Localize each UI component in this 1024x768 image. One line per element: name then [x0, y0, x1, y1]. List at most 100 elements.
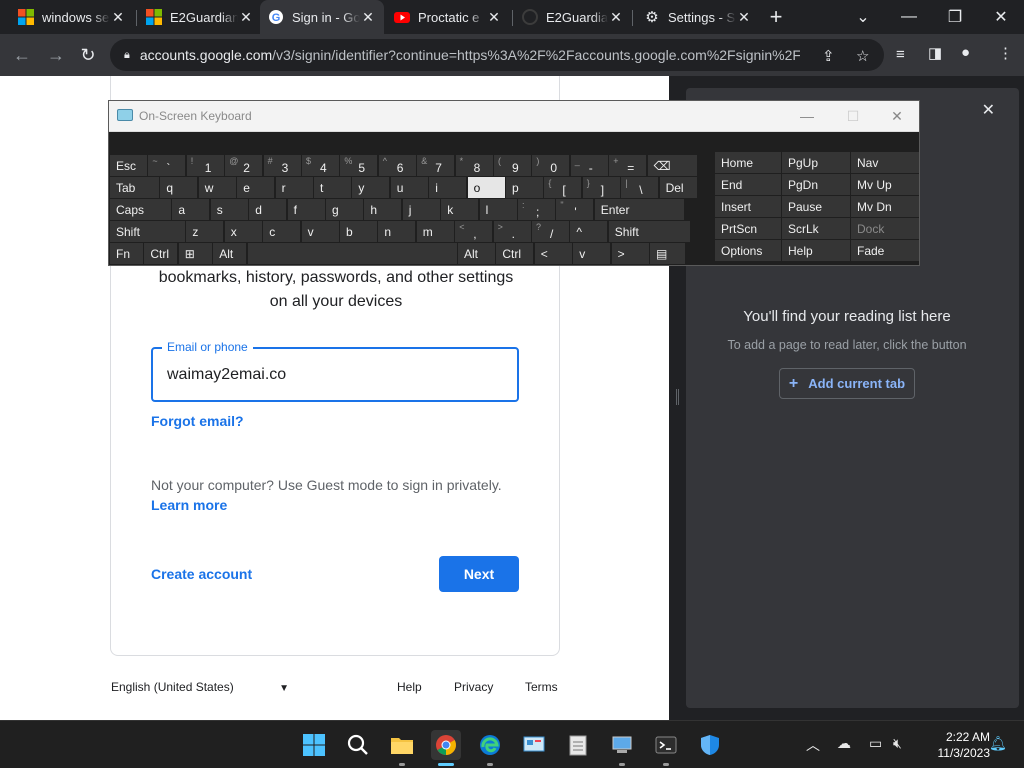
next-button[interactable]: Next — [439, 556, 519, 592]
address-bar[interactable]: 🔒︎ accounts.google.com/v3/signin/identif… — [110, 39, 884, 71]
osk-nav-key[interactable]: PgDn — [782, 174, 850, 195]
osk-key[interactable]: d — [249, 199, 287, 220]
osk-key[interactable]: <, — [455, 221, 493, 242]
osk-key[interactable]: % 5 — [340, 155, 378, 176]
osk-key[interactable]: Alt — [213, 243, 247, 264]
tab-settings[interactable]: ⚙ Settings - S ✕ — [636, 0, 760, 34]
osk-key[interactable]: l — [479, 199, 517, 220]
osk-nav-key[interactable]: PrtScn — [715, 218, 781, 239]
osk-key[interactable]: Enter — [594, 199, 684, 220]
osk-key[interactable]: ~ ` — [148, 155, 186, 176]
osk-maximize-button[interactable]: ☐ — [837, 105, 869, 127]
osk-key[interactable]: $4 — [302, 155, 339, 176]
menu-kebab-icon[interactable]: ⋮ — [998, 44, 1013, 62]
restore-button[interactable]: ❐ — [932, 0, 978, 34]
osk-key[interactable]: k — [441, 199, 479, 220]
osk-nav-key[interactable]: Home — [715, 152, 781, 173]
osk-key[interactable]: }] — [582, 177, 620, 198]
osk-nav-key[interactable]: ScrLk — [782, 218, 850, 239]
osk-key[interactable]: Del — [659, 177, 697, 198]
osk-key[interactable]: " ' — [556, 199, 594, 220]
osk-nav-key[interactable]: Mv Up — [851, 174, 919, 195]
forgot-email-link[interactable]: Forgot email? — [151, 413, 244, 429]
osk-key[interactable]: z — [186, 221, 224, 242]
tab-youtube[interactable]: Proctatic e ✕ — [386, 0, 510, 34]
osk-key[interactable]: @2 — [225, 155, 263, 176]
learn-more-link[interactable]: Learn more — [151, 497, 227, 513]
osk-key[interactable]: & 7 — [417, 155, 455, 176]
osk-key[interactable]: b — [340, 221, 377, 242]
star-icon[interactable]: ☆ — [856, 47, 869, 65]
osk-key[interactable]: + = — [609, 155, 647, 176]
privacy-link[interactable]: Privacy — [454, 680, 493, 694]
minimize-button[interactable]: — — [886, 0, 932, 34]
osk-key[interactable]: w — [198, 177, 236, 198]
close-window-button[interactable]: ✕ — [978, 0, 1024, 34]
notepad-icon[interactable] — [563, 730, 593, 760]
close-icon[interactable]: ✕ — [736, 9, 752, 26]
osk-key[interactable]: ⌫ — [647, 155, 697, 176]
osk-key[interactable]: Fn — [110, 243, 143, 264]
media-controls-icon[interactable]: ≡ — [896, 46, 905, 63]
osk-key[interactable]: y — [352, 177, 390, 198]
control-panel-icon[interactable] — [519, 730, 549, 760]
osk-nav-key[interactable]: Help — [782, 240, 850, 261]
notification-bell-icon[interactable]: 🔔︎ — [989, 735, 1007, 752]
osk-key[interactable]: o — [467, 177, 505, 198]
osk-nav-key[interactable]: End — [715, 174, 781, 195]
osk-key[interactable]: >. — [493, 221, 531, 242]
osk-key[interactable]: Shift — [110, 221, 185, 242]
osk-key-windows[interactable]: ⊞ — [178, 243, 212, 264]
osk-key[interactable]: > — [611, 243, 649, 264]
close-icon[interactable]: ✕ — [360, 9, 376, 26]
osk-key[interactable]: Ctrl — [496, 243, 534, 264]
windows-start-icon[interactable] — [299, 730, 329, 760]
osk-key[interactable]: | \ — [621, 177, 659, 198]
osk-key[interactable]: t — [314, 177, 351, 198]
osk-key[interactable]: a — [172, 199, 210, 220]
osk-nav-key[interactable]: Dock — [851, 218, 919, 239]
osk-key[interactable]: Shift — [608, 221, 690, 242]
osk-key[interactable]: v — [573, 243, 611, 264]
osk-nav-key[interactable]: PgUp — [782, 152, 850, 173]
osk-key[interactable]: ) 0 — [532, 155, 570, 176]
osk-key[interactable]: v — [301, 221, 339, 242]
chrome-icon[interactable] — [431, 730, 461, 760]
tab-search-button[interactable]: ⌄ — [840, 0, 886, 34]
file-explorer-icon[interactable] — [387, 730, 417, 760]
osk-key[interactable]: h — [364, 199, 402, 220]
osk-key[interactable]: ▤ — [650, 243, 685, 264]
back-button[interactable]: ← — [8, 41, 36, 69]
osk-key[interactable]: u — [390, 177, 428, 198]
osk-key[interactable]: ! 1 — [186, 155, 224, 176]
osk-key[interactable]: ? / — [532, 221, 569, 242]
osk-key[interactable]: q — [160, 177, 198, 198]
close-icon[interactable]: ✕ — [238, 9, 254, 26]
osk-nav-key[interactable]: Options — [715, 240, 781, 261]
osk-key[interactable]: < — [534, 243, 572, 264]
osk-key[interactable]: x — [224, 221, 262, 242]
osk-close-button[interactable]: ✕ — [881, 105, 913, 127]
osk-titlebar[interactable]: On-Screen Keyboard — ☐ ✕ — [109, 101, 919, 132]
osk-key[interactable]: f — [287, 199, 325, 220]
osk-key[interactable] — [247, 243, 457, 264]
osk-key[interactable]: Ctrl — [144, 243, 178, 264]
osk-nav-key[interactable]: Fade — [851, 240, 919, 261]
profile-icon[interactable]: ● — [961, 44, 970, 61]
onedrive-offline-icon[interactable]: ☁ — [837, 735, 851, 752]
system-clock[interactable]: 2:22 AM 11/3/2023 — [920, 729, 991, 761]
osk-key[interactable]: Alt — [458, 243, 495, 264]
osk-key[interactable]: c — [263, 221, 301, 242]
osk-key[interactable]: ^ 6 — [378, 155, 416, 176]
osk-key[interactable]: _ - — [570, 155, 608, 176]
osk-key[interactable]: j — [402, 199, 440, 220]
osk-key[interactable]: i — [429, 177, 467, 198]
close-icon[interactable]: ✕ — [486, 9, 502, 26]
osk-key[interactable]: (9 — [494, 155, 531, 176]
help-link[interactable]: Help — [397, 680, 422, 694]
tab-e2guardian-1[interactable]: E2Guardian ✕ — [138, 0, 262, 34]
osk-key[interactable]: :; — [518, 199, 555, 220]
osk-key[interactable]: Caps — [110, 199, 171, 220]
close-icon[interactable]: ✕ — [608, 9, 624, 26]
close-side-panel-button[interactable]: ✕ — [982, 100, 995, 120]
